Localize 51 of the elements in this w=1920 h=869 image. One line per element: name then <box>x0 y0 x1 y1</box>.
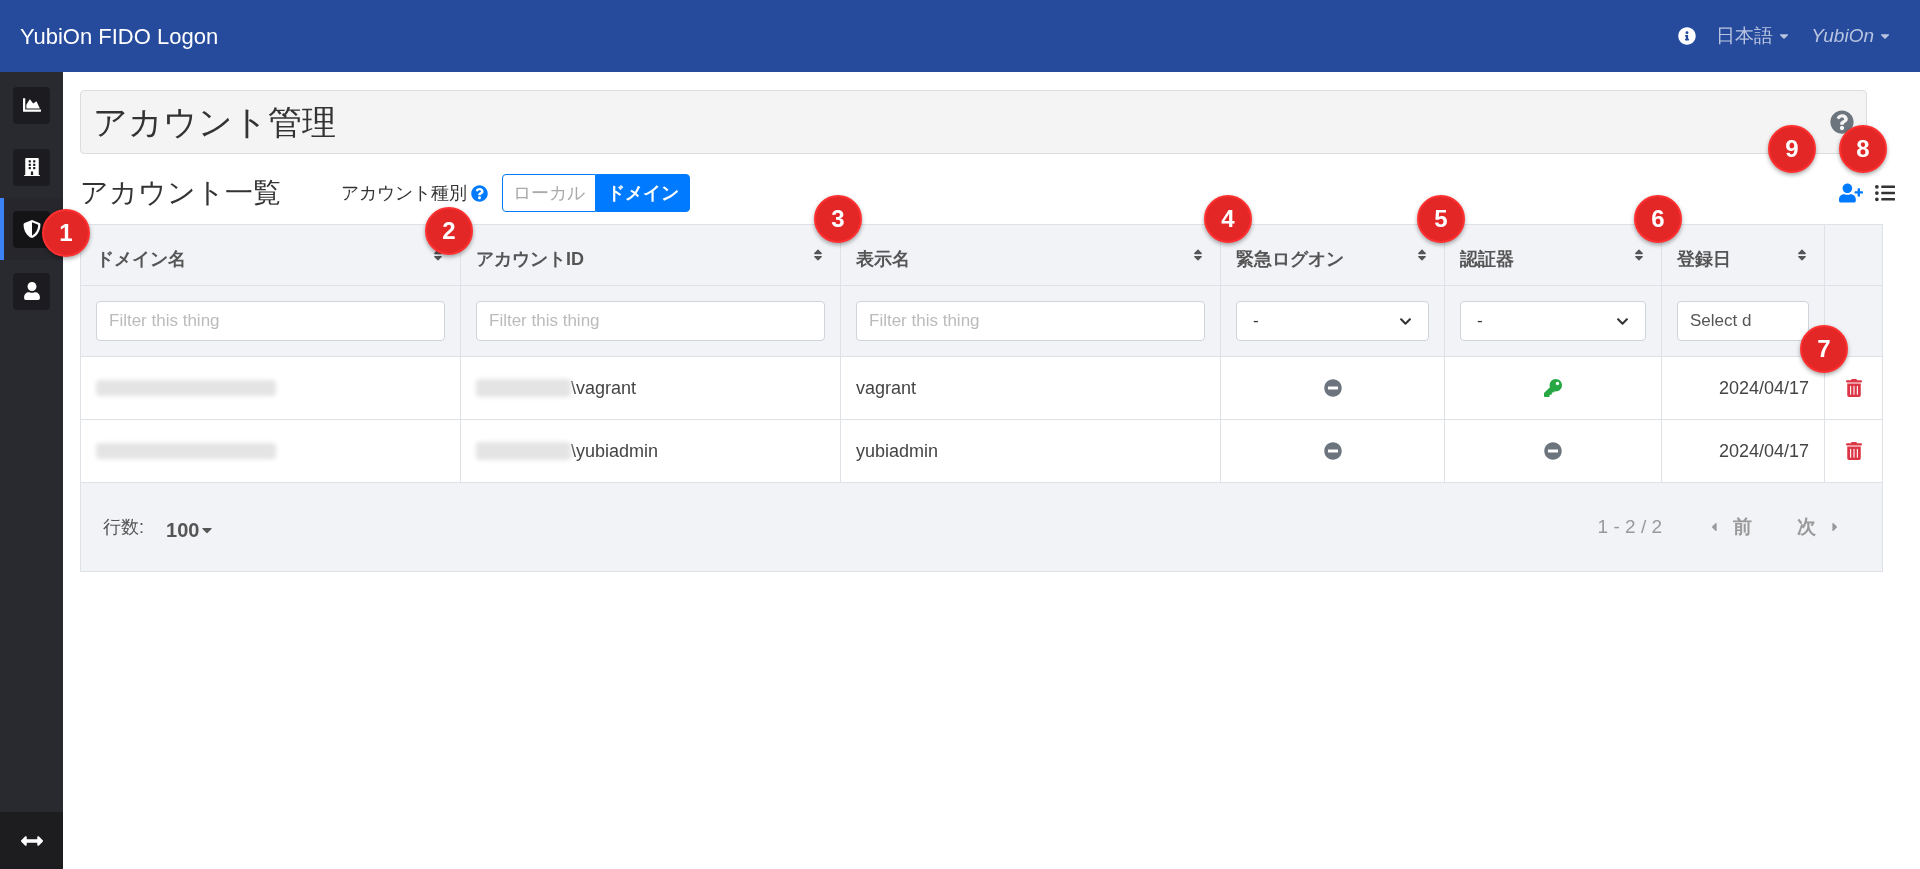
add-user-icon[interactable] <box>1839 181 1863 205</box>
column-header[interactable]: ドメイン名 <box>96 245 186 273</box>
user-icon <box>22 282 41 300</box>
sort-icon[interactable] <box>1632 248 1646 262</box>
rows-per-page-dropdown[interactable]: 100 <box>166 515 216 545</box>
user-menu[interactable]: YubiOn <box>1811 21 1892 51</box>
help-icon[interactable] <box>1830 110 1854 134</box>
table-cell-text: vagrant <box>856 376 917 400</box>
brand-title: YubiOn FIDO Logon <box>20 22 219 51</box>
callout-badge: 6 <box>1634 195 1682 243</box>
table-cell-text: yubiadmin <box>856 439 939 463</box>
account-type-label: アカウント種別 <box>341 181 467 205</box>
table-cell-text: \vagrant <box>571 376 637 400</box>
callout-badge: 9 <box>1768 125 1816 173</box>
delete-icon[interactable] <box>1844 379 1863 397</box>
callout-badge: 5 <box>1417 195 1465 243</box>
shield-icon <box>22 220 41 238</box>
filter-field[interactable]: Filter this thing <box>96 301 445 341</box>
callout-badge: 3 <box>814 195 862 243</box>
date-field[interactable]: Select d <box>1677 301 1809 341</box>
info-icon[interactable] <box>1678 27 1697 45</box>
list-icon[interactable] <box>1875 183 1895 203</box>
sort-icon[interactable] <box>811 248 825 262</box>
table-cell-text: 2024/04/17 <box>1718 376 1809 400</box>
column-header[interactable]: 表示名 <box>856 245 910 273</box>
column-header[interactable]: 登録日 <box>1677 245 1731 273</box>
callout-badge: 2 <box>425 207 473 255</box>
page-title: アカウント管理 <box>93 101 336 143</box>
filter-dropdown[interactable]: - <box>1460 301 1646 341</box>
sort-icon[interactable] <box>1415 248 1429 262</box>
chart-icon <box>22 96 41 114</box>
column-header[interactable]: 認証器 <box>1460 245 1514 273</box>
filter-dropdown[interactable]: - <box>1236 301 1429 341</box>
section-title: アカウント一覧 <box>80 176 281 210</box>
sort-icon[interactable] <box>1795 248 1809 262</box>
building-icon <box>22 158 41 176</box>
page-range: 1 - 2 / 2 <box>1597 514 1662 539</box>
account-type-toggle[interactable]: ドメイン <box>596 174 690 212</box>
filter-field[interactable]: Filter this thing <box>476 301 825 341</box>
column-header[interactable]: アカウントID <box>476 245 584 273</box>
delete-icon[interactable] <box>1844 442 1863 460</box>
help-icon[interactable] <box>471 184 488 202</box>
rows-label: 行数: <box>103 515 144 539</box>
table-cell-text: \yubiadmin <box>571 439 659 463</box>
callout-badge: 8 <box>1839 125 1887 173</box>
callout-badge: 4 <box>1204 195 1252 243</box>
table-cell-text: 2024/04/17 <box>1718 439 1809 463</box>
language-menu[interactable]: 日本語 <box>1716 21 1792 51</box>
sort-icon[interactable] <box>1191 248 1205 262</box>
column-header[interactable]: 緊急ログオン <box>1236 245 1344 273</box>
filter-field[interactable]: Filter this thing <box>856 301 1205 341</box>
